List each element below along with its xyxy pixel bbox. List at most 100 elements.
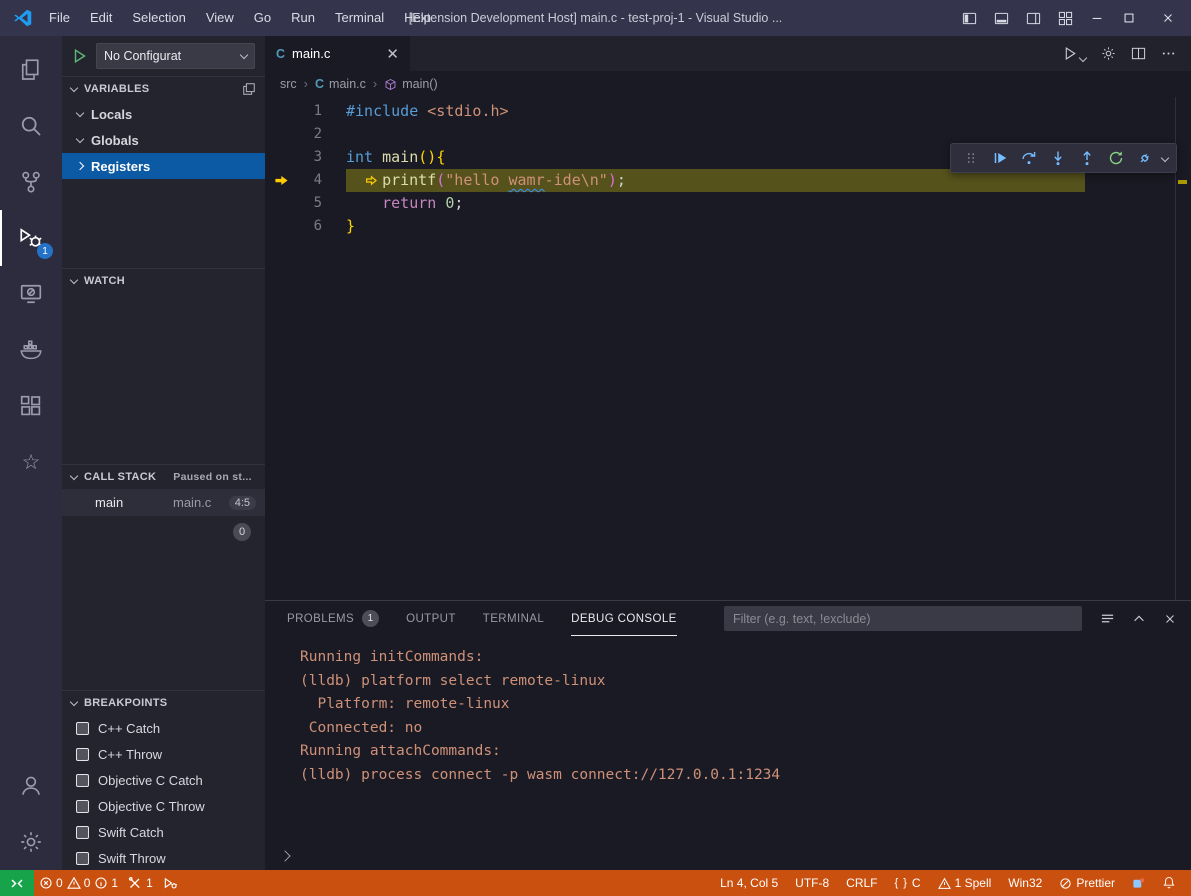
breakpoints-header[interactable]: BREAKPOINTS [62,691,265,715]
toolbar-drag-handle[interactable] [956,145,985,171]
breakpoint-row[interactable]: C++ Throw [62,741,265,767]
menu-run[interactable]: Run [281,0,325,36]
line-number[interactable]: 1 [292,100,322,123]
tab-problems[interactable]: PROBLEMS 1 [287,601,379,636]
breakpoint-row[interactable]: Swift Throw [62,845,265,870]
breakpoint-row[interactable]: C++ Catch [62,715,265,741]
more-actions-icon[interactable] [1161,46,1176,61]
sidebar-item-favorites[interactable]: ☆ [0,434,62,490]
variables-scope-locals[interactable]: Locals [62,101,265,127]
breadcrumb-folder[interactable]: src [280,77,297,91]
tab-terminal[interactable]: TERMINAL [483,601,544,636]
line-number[interactable]: 4 [292,169,322,192]
formatter-status[interactable]: Prettier [1054,876,1120,890]
tab-output[interactable]: OUTPUT [406,601,456,636]
menu-go[interactable]: Go [244,0,281,36]
minimize-button[interactable] [1081,0,1113,36]
start-debugging-button[interactable] [72,48,88,64]
extension-status[interactable] [1127,877,1150,890]
sidebar-item-docker[interactable] [0,322,62,378]
variables-scope-registers[interactable]: Registers [62,153,265,179]
toolchain-status[interactable]: 1 [123,870,158,896]
maximize-panel-icon[interactable] [1132,612,1146,626]
maximize-button[interactable] [1113,0,1145,36]
breadcrumb-file[interactable]: C main.c [315,77,366,91]
gear-icon [19,830,43,854]
customize-layout-icon[interactable] [1049,0,1081,36]
close-panel-icon[interactable] [1163,612,1177,626]
tab-main-c[interactable]: C main.c ✕ [265,36,410,71]
notifications-button[interactable] [1157,876,1181,890]
menu-view[interactable]: View [196,0,244,36]
menu-selection[interactable]: Selection [122,0,195,36]
sidebar-item-remote-explorer[interactable] [0,266,62,322]
variables-header[interactable]: VARIABLES [62,77,265,101]
console-options-icon[interactable] [1100,611,1115,626]
close-button[interactable] [1145,0,1191,36]
code-line-5[interactable]: 5 return 0; [265,192,1191,215]
restart-button[interactable] [1101,145,1130,171]
toggle-secondary-sidebar-icon[interactable] [1017,0,1049,36]
collapse-all-icon[interactable] [242,82,256,96]
code-line-1[interactable]: 1#include <stdio.h> [265,100,1191,123]
watch-header[interactable]: WATCH [62,269,265,293]
chevron-down-icon [70,471,78,479]
panel-actions [1100,611,1177,626]
code-editor[interactable]: 1#include <stdio.h>23int main(){4 printf… [265,97,1191,600]
breadcrumb-symbol[interactable]: main() [384,77,437,91]
close-icon[interactable]: ✕ [386,45,399,63]
breakpoint-checkbox[interactable] [76,722,89,735]
breakpoint-row[interactable]: Swift Catch [62,819,265,845]
sidebar-item-run-debug[interactable]: 1 [0,210,62,266]
continue-button[interactable] [985,145,1014,171]
menu-file[interactable]: File [39,0,80,36]
code-line-6[interactable]: 6} [265,215,1191,238]
line-number[interactable]: 5 [292,192,322,215]
problems-status[interactable]: 0 0 1 [34,870,123,896]
breakpoint-checkbox[interactable] [76,748,89,761]
breakpoint-row[interactable]: Objective C Throw [62,793,265,819]
chevron-down-icon[interactable] [1161,154,1169,162]
tab-debug-console[interactable]: DEBUG CONSOLE [571,601,677,636]
language-mode[interactable]: { } C [890,876,926,890]
breakpoint-checkbox[interactable] [76,826,89,839]
eol-select[interactable]: CRLF [841,876,882,890]
line-number[interactable]: 2 [292,123,322,146]
step-out-button[interactable] [1072,145,1101,171]
stack-frame-row[interactable]: main main.c 4:5 [62,489,265,516]
step-into-button[interactable] [1043,145,1072,171]
cursor-position[interactable]: Ln 4, Col 5 [715,876,783,890]
console-filter-input[interactable] [724,606,1082,631]
sidebar-item-source-control[interactable] [0,154,62,210]
sidebar-item-extensions[interactable] [0,378,62,434]
toggle-sidebar-icon[interactable] [953,0,985,36]
menu-terminal[interactable]: Terminal [325,0,394,36]
breakpoint-checkbox[interactable] [76,800,89,813]
variables-scope-globals[interactable]: Globals [62,127,265,153]
toggle-panel-icon[interactable] [985,0,1017,36]
breakpoint-checkbox[interactable] [76,774,89,787]
step-over-button[interactable] [1014,145,1043,171]
spell-checker-status[interactable]: 1 Spell [933,876,997,890]
debug-current-line-arrow-icon[interactable] [274,173,292,188]
sidebar-item-search[interactable] [0,98,62,154]
platform-status[interactable]: Win32 [1003,876,1047,890]
encoding-select[interactable]: UTF-8 [790,876,834,890]
debug-configuration-dropdown[interactable]: No Configurat [96,43,255,69]
console-line: (lldb) platform select remote-linux [300,670,1191,694]
split-editor-icon[interactable] [1131,46,1146,61]
account-button[interactable] [0,758,62,814]
disconnect-button[interactable] [1130,145,1159,171]
call-stack-header[interactable]: CALL STACK Paused on st... [62,465,265,489]
sidebar-item-explorer[interactable] [0,42,62,98]
breakpoint-checkbox[interactable] [76,852,89,865]
menu-edit[interactable]: Edit [80,0,122,36]
breakpoint-row[interactable]: Objective C Catch [62,767,265,793]
remote-indicator[interactable] [0,870,34,896]
debug-status[interactable] [158,870,183,896]
line-number[interactable]: 3 [292,146,322,169]
line-number[interactable]: 6 [292,215,322,238]
launch-config-gear-icon[interactable] [1101,46,1116,61]
settings-button[interactable] [0,814,62,870]
run-file-button[interactable] [1063,46,1086,61]
